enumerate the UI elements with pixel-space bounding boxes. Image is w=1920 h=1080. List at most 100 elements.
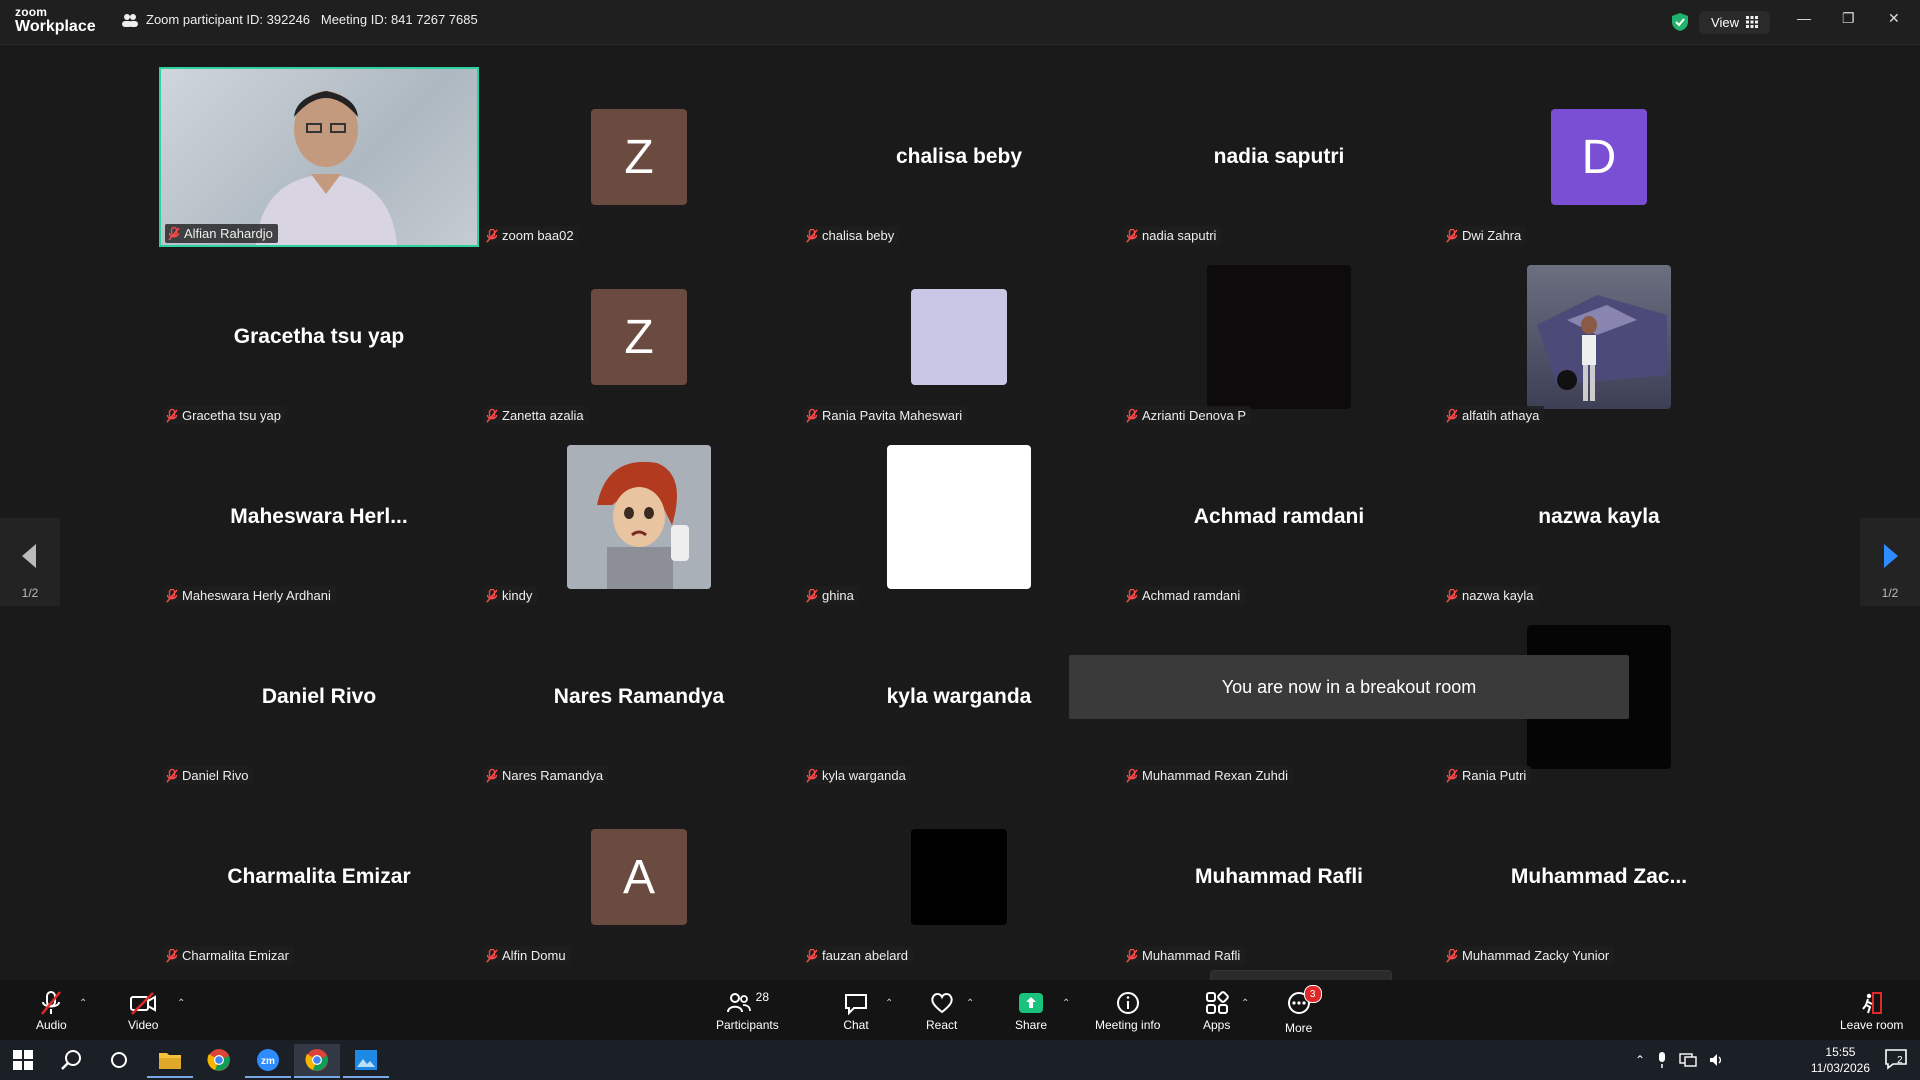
more-button[interactable]: 3 More xyxy=(1285,985,1322,1035)
react-options-caret[interactable]: ⌃ xyxy=(966,998,974,1009)
muted-mic-icon xyxy=(486,768,498,782)
participant-tile[interactable]: Azrianti Denova P xyxy=(1119,247,1439,427)
close-icon[interactable]: ✕ xyxy=(1888,10,1900,27)
participant-name-label: kyla warganda xyxy=(803,766,911,785)
clock[interactable]: 15:55 11/03/2026 xyxy=(1811,1044,1870,1076)
chrome-icon[interactable] xyxy=(196,1044,242,1076)
meeting-info-button[interactable]: Meeting info xyxy=(1095,990,1160,1032)
participant-avatar xyxy=(887,445,1031,589)
muted-mic-icon xyxy=(486,948,498,962)
participant-tile[interactable]: nazwa kayla nazwa kayla xyxy=(1439,427,1759,607)
chat-button[interactable]: Chat xyxy=(843,990,869,1032)
file-explorer-icon[interactable] xyxy=(147,1044,193,1078)
participant-avatar: Z xyxy=(591,289,687,385)
chat-icon xyxy=(845,994,867,1016)
participant-tile[interactable]: Muhammad Rafli Muhammad Rafli xyxy=(1119,787,1439,967)
video-button[interactable]: Video xyxy=(128,990,158,1032)
zoom-app-icon[interactable]: zm xyxy=(245,1044,291,1078)
apps-icon xyxy=(1205,991,1229,1014)
participant-tile[interactable]: Muhammad Zac... Muhammad Zacky Yunior xyxy=(1439,787,1759,967)
participant-tile[interactable]: chalisa beby chalisa beby xyxy=(799,67,1119,247)
title-bar: zoom Workplace Zoom participant ID: 3922… xyxy=(0,0,1920,45)
muted-mic-icon xyxy=(1126,408,1138,422)
participant-tile[interactable]: Charmalita Emizar Charmalita Emizar xyxy=(159,787,479,967)
restore-icon[interactable]: ❐ xyxy=(1842,10,1855,27)
react-button[interactable]: React xyxy=(926,990,957,1032)
participant-tile[interactable]: kindy xyxy=(479,427,799,607)
previous-page-button[interactable]: 1/2 xyxy=(0,518,60,606)
participant-name-label: Alfin Domu xyxy=(483,946,571,965)
encryption-shield-icon[interactable] xyxy=(1671,12,1689,32)
network-icon[interactable] xyxy=(1679,1053,1697,1067)
chat-options-caret[interactable]: ⌃ xyxy=(885,998,893,1009)
notifications-icon[interactable]: 2 xyxy=(1884,1048,1908,1075)
participant-tile[interactable]: D Dwi Zahra xyxy=(1439,67,1759,247)
participant-display-name: Muhammad Rafli xyxy=(1194,865,1364,888)
participant-display-name: Nares Ramandya xyxy=(553,685,725,708)
participant-tile[interactable]: Zzoom baa02 xyxy=(479,67,799,247)
view-button[interactable]: View xyxy=(1699,10,1770,34)
video-options-caret[interactable]: ⌃ xyxy=(177,998,185,1009)
participant-tile[interactable]: Gracetha tsu yap Gracetha tsu yap xyxy=(159,247,479,427)
participant-tile[interactable]: ghina xyxy=(799,427,1119,607)
gallery-view: Alfian Rahardjo Zzoom baa02 chalisa beby ch… xyxy=(0,45,1920,1012)
cortana-icon[interactable] xyxy=(96,1044,142,1076)
avatar-initial: D xyxy=(1581,130,1617,184)
participants-button[interactable]: 28 Participants xyxy=(716,990,779,1032)
apps-options-caret[interactable]: ⌃ xyxy=(1241,998,1249,1009)
more-badge: 3 xyxy=(1303,985,1322,1003)
share-options-caret[interactable]: ⌃ xyxy=(1062,998,1070,1009)
participant-name-label: Gracetha tsu yap xyxy=(163,406,286,425)
windows-start-icon[interactable] xyxy=(0,1044,46,1076)
participant-tile[interactable]: Rania Pavita Maheswari xyxy=(799,247,1119,427)
participant-name-label: Muhammad Zacky Yunior xyxy=(1443,946,1615,965)
participant-name-label: Alfian Rahardjo xyxy=(165,224,278,243)
leave-room-button[interactable]: Leave room xyxy=(1840,990,1903,1032)
participant-name-label: Nares Ramandya xyxy=(483,766,609,785)
participant-display-name: nadia saputri xyxy=(1213,145,1345,168)
microphone-tray-icon[interactable] xyxy=(1657,1052,1667,1068)
participant-tile[interactable]: A Alfin Domu xyxy=(479,787,799,967)
minimize-icon[interactable]: — xyxy=(1797,10,1811,26)
participant-name-label: Achmad ramdani xyxy=(1123,586,1246,605)
participant-tile[interactable]: nadia saputri nadia saputri xyxy=(1119,67,1439,247)
participant-tile[interactable]: Achmad ramdani Achmad ramdani xyxy=(1119,427,1439,607)
participant-avatar xyxy=(1207,265,1351,409)
participant-tile[interactable]: Daniel Rivo Daniel Rivo xyxy=(159,607,479,787)
muted-mic-icon xyxy=(1446,588,1458,602)
participant-tile[interactable]: Z Zanetta azalia xyxy=(479,247,799,427)
share-button[interactable]: Share xyxy=(1015,990,1047,1032)
muted-mic-icon xyxy=(806,228,818,242)
stopped-video-icon xyxy=(130,992,157,1015)
audio-button[interactable]: Audio xyxy=(36,990,67,1032)
participant-avatar: A xyxy=(591,829,687,925)
heart-icon xyxy=(930,993,953,1014)
next-page-button[interactable]: 1/2 xyxy=(1860,518,1920,606)
tray-expand-icon[interactable]: ⌃ xyxy=(1635,1053,1645,1067)
share-screen-icon xyxy=(1019,993,1044,1013)
participant-tile[interactable]: fauzan abelard xyxy=(799,787,1119,967)
apps-button[interactable]: Apps xyxy=(1203,990,1230,1032)
muted-mic-icon xyxy=(41,991,62,1015)
participant-tile[interactable]: alfatih athaya xyxy=(1439,247,1759,427)
chrome-active-icon[interactable] xyxy=(294,1044,340,1078)
participant-tile[interactable]: Alfian Rahardjo xyxy=(159,67,479,247)
participant-name-label: Charmalita Emizar xyxy=(163,946,294,965)
participant-name-label: Maheswara Herly Ardhani xyxy=(163,586,336,605)
volume-icon[interactable] xyxy=(1709,1053,1725,1067)
muted-mic-icon xyxy=(166,408,178,422)
search-icon[interactable] xyxy=(48,1044,94,1076)
participant-avatar xyxy=(567,445,711,589)
chevron-left-icon xyxy=(22,544,36,568)
avatar-initial: Z xyxy=(624,130,654,184)
muted-mic-icon xyxy=(1126,588,1138,602)
muted-mic-icon xyxy=(1446,408,1458,422)
audio-options-caret[interactable]: ⌃ xyxy=(79,998,87,1009)
photos-app-icon[interactable] xyxy=(343,1044,389,1078)
meeting-id-text: Zoom participant ID: 392246 Meeting ID: … xyxy=(146,12,478,27)
participant-tile[interactable]: Maheswara Herl... Maheswara Herly Ardhani xyxy=(159,427,479,607)
participant-video xyxy=(161,69,477,245)
participant-tile[interactable]: Nares Ramandya Nares Ramandya xyxy=(479,607,799,787)
muted-mic-icon xyxy=(166,768,178,782)
participant-avatar: D xyxy=(1551,109,1647,205)
